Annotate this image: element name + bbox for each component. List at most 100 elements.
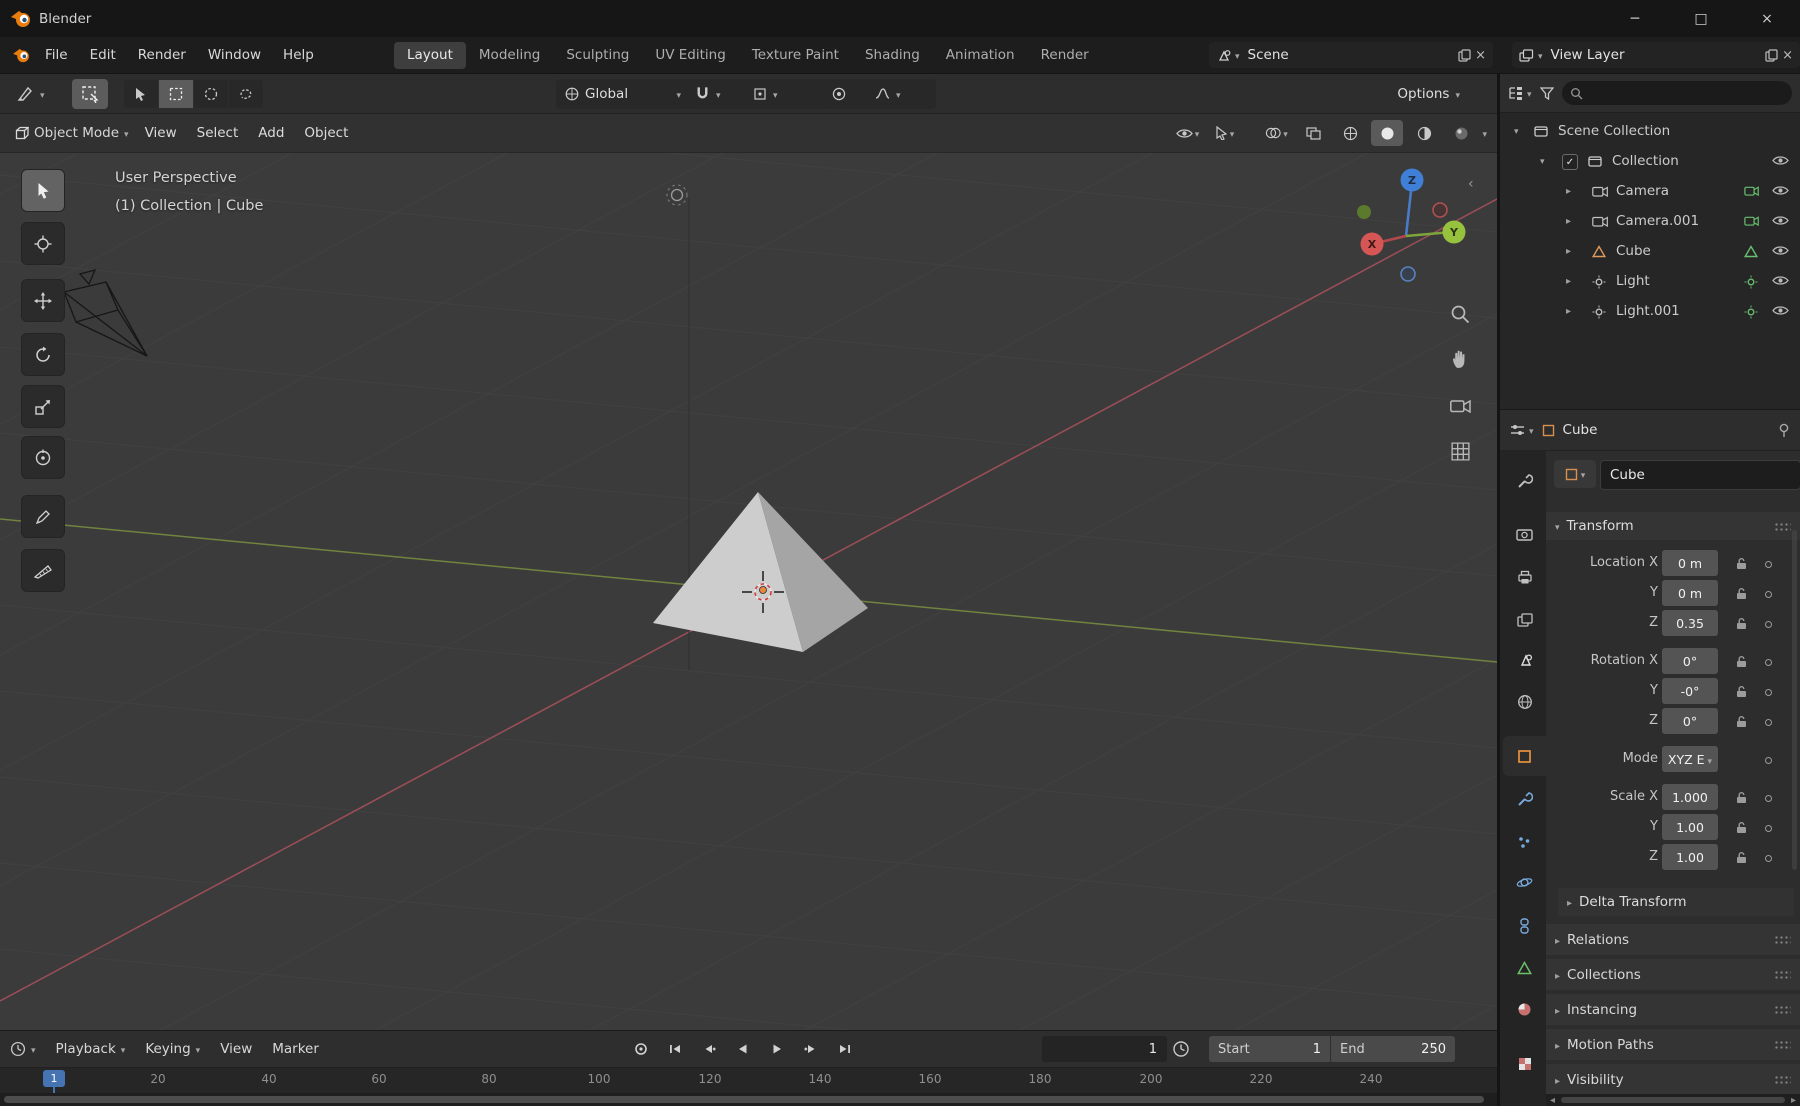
tool-annotate[interactable] — [21, 495, 65, 538]
playhead[interactable]: 1 — [43, 1070, 65, 1087]
animate-dot-icon[interactable] — [1765, 825, 1772, 832]
expand-icon[interactable] — [1540, 152, 1545, 168]
lock-icon[interactable] — [1736, 791, 1747, 804]
pin-icon[interactable] — [1778, 423, 1790, 438]
location-z-field[interactable]: 0.35 — [1662, 610, 1718, 636]
panel-relations[interactable]: Relations — [1546, 924, 1800, 955]
object-visibility-selector[interactable] — [1171, 120, 1203, 146]
hide-eye-icon[interactable] — [1772, 185, 1789, 196]
outliner-row-collection[interactable]: ✓ Collection — [1500, 147, 1800, 177]
viewport-menu-select[interactable]: Select — [187, 125, 249, 141]
shading-material-button[interactable] — [1408, 120, 1440, 146]
scale-z-field[interactable]: 1.00 — [1662, 844, 1718, 870]
outliner-row-camera-001[interactable]: Camera.001 — [1500, 207, 1800, 237]
expand-icon[interactable] — [1566, 242, 1571, 258]
next-keyframe-button[interactable] — [798, 1036, 824, 1062]
tab-view-layer[interactable] — [1503, 600, 1546, 640]
auto-keying-button[interactable] — [1172, 1040, 1190, 1058]
lock-icon[interactable] — [1736, 587, 1747, 600]
tab-object-data[interactable] — [1503, 948, 1546, 988]
tab-sculpting[interactable]: Sculpting — [553, 42, 642, 69]
sidebar-collapse-icon[interactable]: ‹ — [1468, 176, 1474, 192]
pyramid-object[interactable] — [653, 492, 868, 652]
lock-icon[interactable] — [1736, 851, 1747, 864]
previous-keyframe-button[interactable] — [696, 1036, 722, 1062]
menu-file[interactable]: File — [34, 42, 79, 68]
object-id-type-button[interactable] — [1554, 460, 1596, 488]
timeline-ruler[interactable]: 20 40 60 80 100 120 140 160 180 200 220 … — [0, 1067, 1497, 1093]
toggle-orthographic-button[interactable] — [1441, 434, 1479, 468]
tab-render[interactable] — [1503, 514, 1546, 554]
tab-texture-paint[interactable]: Texture Paint — [739, 42, 852, 69]
tab-scene[interactable] — [1503, 640, 1546, 680]
outliner-row-light[interactable]: Light — [1500, 267, 1800, 297]
maximize-button[interactable]: □ — [1668, 0, 1734, 37]
camera-data-icon[interactable] — [1744, 185, 1759, 196]
interaction-mode-selector[interactable]: Object Mode — [8, 125, 135, 141]
select-box-button[interactable] — [158, 79, 193, 108]
camera-object[interactable] — [63, 269, 148, 357]
outliner-row-camera[interactable]: Camera — [1500, 177, 1800, 207]
viewport-menu-view[interactable]: View — [135, 125, 187, 141]
outliner-editor-type-selector[interactable] — [1508, 85, 1532, 101]
tab-physics[interactable] — [1503, 862, 1546, 902]
menu-window[interactable]: Window — [197, 42, 272, 68]
outliner-row-light-001[interactable]: Light.001 — [1500, 297, 1800, 327]
pan-hand-button[interactable] — [1441, 342, 1479, 376]
drag-handle-icon[interactable] — [1774, 935, 1791, 944]
animate-dot-icon[interactable] — [1765, 561, 1772, 568]
tool-move[interactable] — [21, 279, 65, 322]
lock-icon[interactable] — [1736, 655, 1747, 668]
overlays-selector[interactable] — [1260, 120, 1292, 146]
active-tool-button[interactable] — [71, 78, 108, 109]
gizmo-neg-x-ball[interactable] — [1432, 202, 1448, 218]
timeline-editor-type-selector[interactable] — [0, 1041, 46, 1057]
tab-modifiers[interactable] — [1503, 779, 1546, 819]
viewport-menu-add[interactable]: Add — [248, 125, 294, 141]
tool-cursor[interactable] — [21, 222, 65, 265]
scrollbar-thumb[interactable] — [1561, 1097, 1785, 1103]
location-x-field[interactable]: 0 m — [1662, 550, 1718, 576]
tab-shading[interactable]: Shading — [852, 42, 933, 69]
collection-checkbox[interactable]: ✓ — [1562, 154, 1578, 170]
shading-wireframe-button[interactable] — [1334, 120, 1366, 146]
properties-editor-type-selector[interactable] — [1510, 422, 1534, 438]
new-scene-icon[interactable] — [1458, 48, 1471, 62]
hide-eye-icon[interactable] — [1772, 155, 1789, 166]
tab-tool[interactable] — [1503, 461, 1546, 501]
toggle-xray-button[interactable] — [1297, 120, 1329, 146]
frame-end-field[interactable]: End 250 — [1331, 1036, 1455, 1062]
timeline-scrollbar-thumb[interactable] — [4, 1096, 1484, 1103]
lock-icon[interactable] — [1736, 617, 1747, 630]
light-data-icon[interactable] — [1744, 275, 1758, 289]
tab-object[interactable] — [1503, 736, 1546, 776]
panel-collections[interactable]: Collections — [1546, 959, 1800, 990]
location-y-field[interactable]: 0 m — [1662, 580, 1718, 606]
viewport-canvas[interactable] — [0, 152, 1497, 1030]
hide-eye-icon[interactable] — [1772, 215, 1789, 226]
shading-solid-button[interactable] — [1371, 120, 1404, 146]
light-data-icon[interactable] — [1744, 305, 1758, 319]
outliner-row-cube[interactable]: Cube — [1500, 237, 1800, 267]
drag-handle-icon[interactable] — [1774, 1005, 1791, 1014]
expand-icon[interactable] — [1514, 122, 1519, 138]
menu-help[interactable]: Help — [272, 42, 325, 68]
tool-transform[interactable] — [21, 436, 65, 479]
lock-icon[interactable] — [1736, 685, 1747, 698]
tab-output[interactable] — [1503, 557, 1546, 597]
light-gizmo[interactable] — [666, 184, 688, 206]
gizmos-selector[interactable] — [1208, 120, 1240, 146]
options-button[interactable]: Options — [1388, 79, 1469, 109]
panel-instancing[interactable]: Instancing — [1546, 994, 1800, 1025]
rotation-y-field[interactable]: -0° — [1662, 678, 1718, 704]
tab-modeling[interactable]: Modeling — [466, 42, 553, 69]
select-lasso-button[interactable] — [228, 79, 263, 108]
object-name-input[interactable]: Cube — [1600, 460, 1800, 490]
rotation-z-field[interactable]: 0° — [1662, 708, 1718, 734]
timeline-menu-view[interactable]: View — [210, 1041, 262, 1057]
scene-selector[interactable]: Scene × — [1209, 42, 1493, 68]
timeline-menu-keying[interactable]: Keying — [135, 1041, 210, 1057]
outliner-search-input[interactable] — [1561, 81, 1792, 105]
properties-horizontal-scrollbar[interactable]: ◂ ▸ — [1546, 1094, 1800, 1106]
current-frame-field[interactable]: 1 — [1042, 1036, 1167, 1062]
